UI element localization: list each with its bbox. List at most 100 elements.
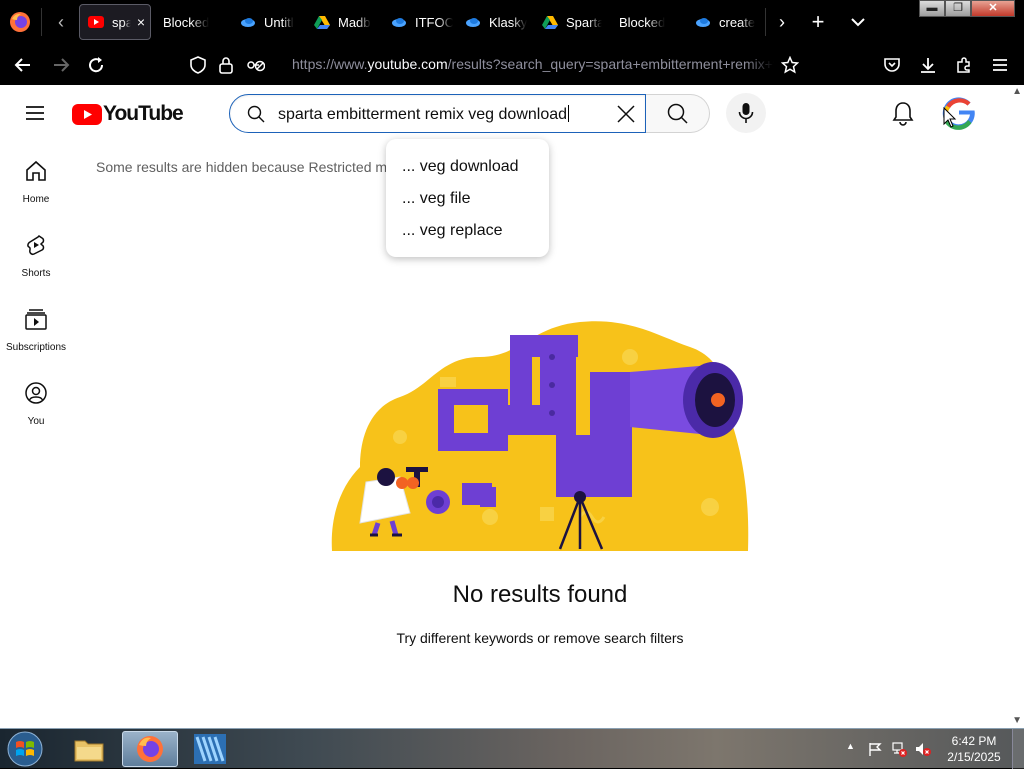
tab-youtube-search[interactable]: spa × [79,4,151,40]
pocket-button[interactable] [879,52,905,78]
taskbar-clock[interactable]: 6:42 PM 2/15/2025 [938,733,1010,765]
forward-arrow-icon [54,58,70,72]
suggestion-item[interactable]: ... veg file [386,183,549,215]
taskbar-app-firefox[interactable] [122,731,178,767]
site-info-button[interactable] [213,52,239,78]
tab-blocked[interactable]: Blocked [163,4,233,40]
pocket-icon [884,58,900,72]
scroll-down-arrow-icon[interactable]: ▼ [1012,715,1022,726]
show-desktop-button[interactable] [1012,729,1024,769]
windows-taskbar: ▲ 6:42 PM 2/15/2025 [0,728,1024,769]
reload-icon [89,57,104,73]
tab-label: spa [112,14,131,30]
tab-madb[interactable]: Madb [314,4,372,40]
reload-button[interactable] [83,52,109,78]
guide-item-label: Subscriptions [5,342,67,353]
guide-menu-icon[interactable] [23,101,47,125]
guide-item-label: Home [22,194,50,205]
search-input[interactable]: sparta embitterment remix veg download [278,105,569,124]
tabs-scroll-left-icon[interactable]: ‹ [49,10,73,34]
search-button[interactable] [646,94,710,133]
start-button-windows-icon[interactable] [5,730,45,768]
tab-separator [41,8,42,36]
youtube-icon [88,16,104,28]
navigation-toolbar: https://www.youtube.com/results?search_q… [0,44,1024,85]
search-icon [667,103,688,124]
home-icon [26,160,46,181]
url-path: /results?search_query=sparta+embittermen… [447,56,774,72]
tab-klasky[interactable]: Klasky [465,4,527,40]
new-tab-button[interactable]: + [806,10,830,34]
lock-icon [219,57,233,74]
scroll-up-arrow-icon[interactable]: ▲ [1012,86,1022,97]
hamburger-menu-icon [993,59,1007,71]
cloud-icon [696,18,710,27]
youtube-logo[interactable]: YouTube [72,102,184,126]
downloads-button[interactable] [915,52,941,78]
autoplay-blocked-icon [247,60,265,72]
tab-label: Klasky [489,14,527,30]
clear-search-icon[interactable] [613,101,639,127]
tab-label: Sparta [566,14,602,30]
tabs-scroll-right-icon[interactable]: › [770,10,794,34]
tab-create[interactable]: create [695,4,755,40]
taskbar-app-explorer[interactable] [61,731,117,767]
google-drive-icon [314,16,330,29]
tab-itfoc[interactable]: ITFOC [391,4,453,40]
guide-item-home[interactable]: Home [0,159,72,207]
tab-sparta[interactable]: Sparta [542,4,602,40]
restore-button[interactable]: ❐ [945,0,971,17]
list-all-tabs-icon[interactable] [846,10,870,34]
minimize-button[interactable]: ▬ [919,0,945,17]
guide-item-label: You [27,416,45,427]
tab-blocked-2[interactable]: Blocked [619,4,689,40]
guide-item-shorts[interactable]: Shorts [0,233,72,281]
network-disconnected-icon[interactable] [891,741,907,757]
youtube-play-icon [72,103,102,125]
suggestion-item[interactable]: ... veg download [386,151,549,183]
forward-button[interactable] [48,52,74,78]
search-field[interactable]: sparta embitterment remix veg download [229,94,646,133]
voice-search-button[interactable] [726,93,766,133]
firefox-menu-icon[interactable] [9,11,31,33]
puzzle-piece-icon [957,57,970,73]
cloud-icon [241,18,255,27]
youtube-page: ▲ YouTube sparta embitterment remix veg … [0,85,1024,728]
folder-icon [74,740,104,762]
action-center-flag-icon[interactable] [867,741,883,757]
tab-label: Madb [338,14,371,30]
download-icon [921,58,935,73]
tab-label: Blocked [163,14,210,30]
mouse-pointer-icon [943,107,957,128]
back-button[interactable] [10,52,36,78]
volume-muted-icon[interactable] [915,741,931,757]
google-drive-icon [542,16,558,29]
extensions-button[interactable] [951,52,977,78]
tab-close-icon[interactable]: × [137,15,150,29]
show-hidden-icons-arrow[interactable]: ▲ [846,741,862,757]
permissions-button[interactable] [242,52,268,78]
no-results-subtitle: Try different keywords or remove search … [396,630,684,646]
firefox-icon [137,736,163,762]
no-results-title: No results found [452,581,628,608]
search-icon [247,105,265,123]
guide-item-you[interactable]: You [0,381,72,429]
tab-label: Untitl [264,14,294,30]
window-controls: ▬ ❐ ✕ [919,0,1015,17]
suggestion-item[interactable]: ... veg replace [386,215,549,247]
bookmark-button[interactable] [777,52,803,78]
cloud-icon [466,18,480,27]
notifications-bell-icon[interactable] [889,99,917,127]
subscriptions-icon [25,309,47,330]
url-bar[interactable]: https://www.youtube.com/results?search_q… [292,56,774,74]
tracking-protection-button[interactable] [185,52,211,78]
tab-strip: ‹ spa × Blocked Untitl Madb ITFOC Klasky… [0,0,1024,44]
close-window-button[interactable]: ✕ [971,0,1015,17]
app-menu-button[interactable] [987,52,1013,78]
guide-item-subscriptions[interactable]: Subscriptions [0,307,72,355]
tab-label: Blocked [619,14,666,30]
tab-untitled[interactable]: Untitl [240,4,302,40]
tab-label: ITFOC [415,14,453,30]
you-icon [25,382,47,404]
taskbar-app-kinemaster[interactable] [182,731,238,767]
